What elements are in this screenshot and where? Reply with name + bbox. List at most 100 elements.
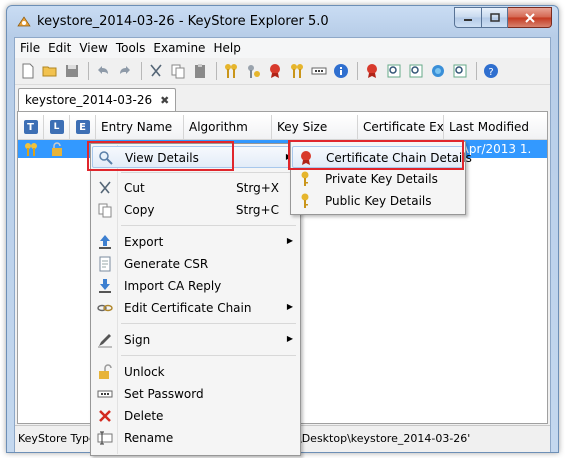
toolbar-separator	[216, 62, 217, 80]
status-path: \Desktop\keystore_2014-03-26'	[298, 432, 471, 445]
paste-button[interactable]	[190, 61, 210, 81]
menu-rename[interactable]: Rename	[92, 427, 299, 449]
unlocked-icon	[44, 140, 70, 158]
tab-label: keystore_2014-03-26	[25, 93, 153, 107]
menu-generate-csr[interactable]: Generate CSR	[92, 253, 299, 275]
header-last-modified[interactable]: Last Modified	[444, 115, 532, 139]
examine-file-button[interactable]	[362, 61, 382, 81]
title-bar[interactable]: keystore_2014-03-26 - KeyStore Explorer …	[7, 6, 558, 36]
minimize-button[interactable]	[454, 7, 482, 28]
lock-header-icon: L	[49, 120, 64, 134]
status-keystore-type: KeyStore Type	[18, 432, 96, 445]
import-trusted-cert-button[interactable]	[265, 61, 285, 81]
submenu-arrow-icon: ▶	[286, 334, 293, 343]
toolbar-separator	[141, 62, 142, 80]
open-button[interactable]	[40, 61, 60, 81]
toolbar-separator	[476, 62, 477, 80]
menu-import-ca-reply[interactable]: Import CA Reply	[92, 275, 299, 297]
maximize-button[interactable]	[482, 7, 508, 28]
copy-icon	[171, 64, 185, 79]
unlock-icon	[97, 364, 113, 380]
minimize-icon	[464, 18, 472, 21]
new-icon	[22, 63, 34, 79]
menu-edit-cert-chain[interactable]: Edit Certificate Chain ▶	[92, 297, 299, 319]
header-entry-name[interactable]: Entry Name	[96, 115, 184, 139]
globe-icon	[432, 65, 444, 77]
cut-button[interactable]	[146, 61, 166, 81]
new-button[interactable]	[18, 61, 38, 81]
set-password-button[interactable]	[309, 61, 329, 81]
help-button[interactable]: ?	[481, 61, 501, 81]
key-icon	[297, 193, 313, 209]
generate-keypair-button[interactable]	[221, 61, 241, 81]
properties-button[interactable]	[331, 61, 351, 81]
menu-separator	[121, 323, 296, 324]
copy-button[interactable]	[168, 61, 188, 81]
menu-file[interactable]: File	[17, 41, 43, 55]
table-header: T L E Entry Name Algorithm Key Size Cert…	[18, 115, 547, 140]
menu-public-key-details[interactable]: Public Key Details	[292, 190, 464, 212]
menu-unlock[interactable]: Unlock	[92, 361, 299, 383]
menu-private-key-details[interactable]: Private Key Details	[292, 168, 464, 190]
chain-icon	[97, 300, 113, 316]
pen-icon	[97, 332, 113, 348]
info-icon	[334, 64, 348, 78]
generate-secret-key-button[interactable]	[243, 61, 263, 81]
import-keypair-button[interactable]	[287, 61, 307, 81]
menu-delete[interactable]: Delete	[92, 405, 299, 427]
type-header-icon: T	[23, 120, 38, 134]
menu-view[interactable]: View	[76, 41, 110, 55]
menu-cut[interactable]: Cut Strg+X	[92, 177, 299, 199]
menu-sign[interactable]: Sign ▶	[92, 329, 299, 351]
examine-clipboard-button[interactable]	[384, 61, 404, 81]
tab-close-icon[interactable]: ✖	[160, 94, 169, 107]
maximize-icon	[489, 12, 500, 22]
header-algorithm[interactable]: Algorithm	[184, 115, 272, 139]
generate-keypair-icon	[225, 64, 237, 78]
app-logo-icon	[17, 16, 31, 27]
import-icon	[97, 278, 113, 294]
examine-crl-button[interactable]	[450, 61, 470, 81]
password-icon	[97, 386, 113, 402]
redo-button[interactable]	[115, 61, 135, 81]
menu-separator	[121, 225, 296, 226]
keypair-icon	[18, 140, 44, 158]
examine-ssl-icon	[409, 64, 423, 78]
examine-csr-button[interactable]	[428, 61, 448, 81]
submenu-arrow-icon: ▶	[286, 236, 293, 245]
close-icon	[524, 12, 535, 23]
toolbar-separator	[357, 62, 358, 80]
menu-export[interactable]: Export ▶	[92, 231, 299, 253]
menu-tools[interactable]: Tools	[113, 41, 149, 55]
undo-button[interactable]	[93, 61, 113, 81]
expiry-header-icon: E	[75, 120, 90, 134]
examine-ssl-button[interactable]	[406, 61, 426, 81]
header-expiry[interactable]: E	[70, 115, 96, 139]
key-icon	[297, 171, 313, 187]
header-key-size[interactable]: Key Size	[272, 115, 358, 139]
header-lock[interactable]: L	[44, 115, 70, 139]
menu-set-password[interactable]: Set Password	[92, 383, 299, 405]
window-title: keystore_2014-03-26 - KeyStore Explorer …	[37, 14, 329, 29]
import-keypair-icon	[291, 64, 303, 78]
copy-icon	[97, 202, 113, 218]
tab-keystore[interactable]: keystore_2014-03-26 ✖	[18, 88, 177, 111]
svg-text:?: ?	[488, 67, 493, 78]
set-password-icon	[311, 67, 327, 75]
menu-help[interactable]: Help	[210, 41, 243, 55]
highlight-cert-chain-details	[288, 140, 464, 170]
menu-edit[interactable]: Edit	[45, 41, 74, 55]
menu-separator	[121, 172, 296, 173]
menu-copy[interactable]: Copy Strg+C	[92, 199, 299, 221]
redo-icon	[120, 66, 130, 74]
menu-examine[interactable]: Examine	[150, 41, 208, 55]
close-button[interactable]	[508, 7, 552, 28]
submenu-arrow-icon: ▶	[286, 302, 293, 311]
cut-shortcut: Strg+X	[236, 181, 279, 195]
examine-crl-icon	[453, 64, 467, 78]
header-cert-expiry[interactable]: Certificate Ex...	[358, 115, 444, 139]
examine-clipboard-icon	[387, 64, 401, 78]
save-icon	[66, 65, 78, 77]
header-type[interactable]: T	[18, 115, 44, 139]
save-button[interactable]	[62, 61, 82, 81]
